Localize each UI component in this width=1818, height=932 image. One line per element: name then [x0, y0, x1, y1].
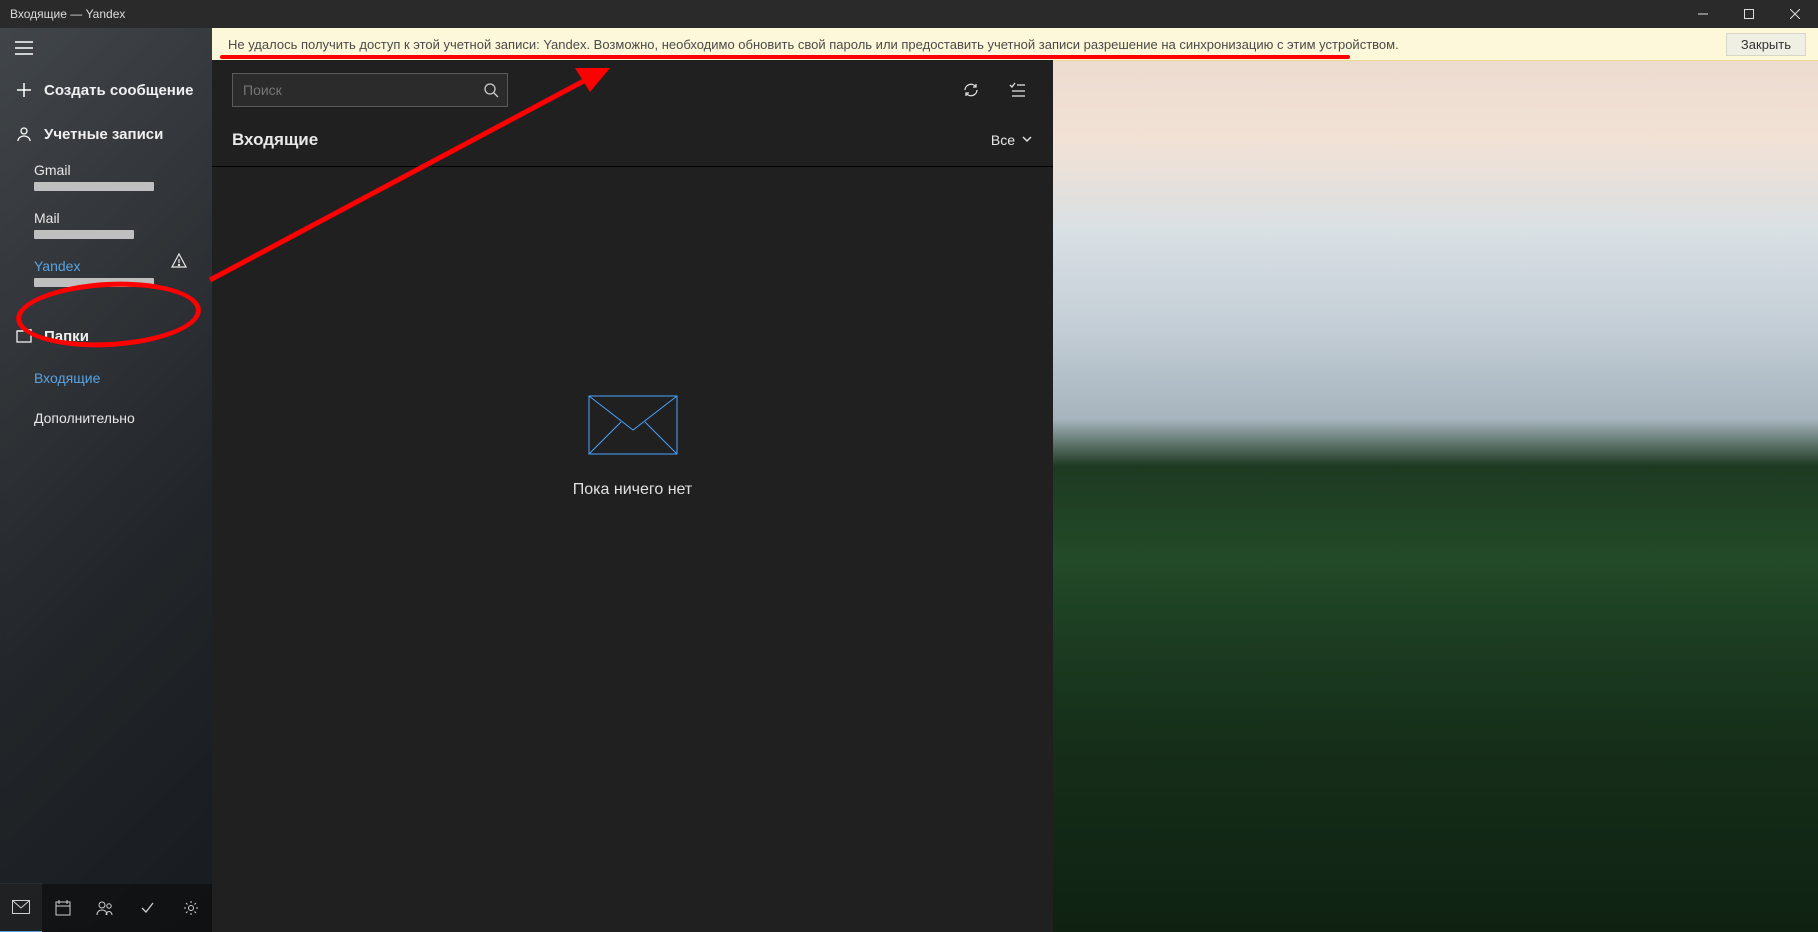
calendar-app-button[interactable] [42, 884, 84, 932]
warning-icon [170, 252, 188, 275]
empty-state: Пока ничего нет [212, 167, 1053, 727]
filter-dropdown[interactable]: Все [991, 132, 1033, 148]
envelope-icon [588, 395, 678, 455]
folder-inbox[interactable]: Входящие [0, 358, 212, 398]
desktop-wallpaper [1053, 0, 1818, 932]
window-titlebar: Входящие — Yandex [0, 0, 1818, 28]
folder-label: Входящие [34, 370, 100, 386]
folder-more[interactable]: Дополнительно [0, 398, 212, 438]
people-app-button[interactable] [84, 884, 126, 932]
compose-button[interactable]: Создать сообщение [0, 68, 212, 112]
window-minimize-button[interactable] [1680, 0, 1726, 28]
search-input[interactable] [233, 81, 475, 99]
compose-label: Создать сообщение [44, 82, 193, 99]
todo-app-button[interactable] [126, 884, 168, 932]
account-item-mail[interactable]: Mail [0, 204, 212, 252]
filter-label: Все [991, 132, 1015, 148]
settings-button[interactable] [170, 884, 212, 932]
empty-state-text: Пока ничего нет [573, 481, 692, 499]
sync-button[interactable] [955, 74, 987, 106]
window-title: Входящие — Yandex [0, 7, 125, 21]
select-mode-button[interactable] [1001, 74, 1033, 106]
window-close-button[interactable] [1772, 0, 1818, 28]
banner-message: Не удалось получить доступ к этой учетно… [212, 37, 1726, 52]
navigation-sidebar: Создать сообщение Учетные записи Gmail M… [0, 28, 212, 932]
person-icon [12, 126, 36, 142]
app-bottom-bar [0, 884, 212, 932]
hamburger-menu-button[interactable] [0, 28, 48, 68]
accounts-header[interactable]: Учетные записи [0, 112, 212, 156]
annotation-underline [220, 55, 1350, 59]
mail-app-button[interactable] [0, 883, 42, 932]
chevron-down-icon [1021, 132, 1033, 148]
account-name: Mail [34, 210, 212, 226]
message-list-pane: Входящие Все Пока ничего нет [212, 60, 1053, 932]
plus-icon [12, 82, 36, 98]
search-box[interactable] [232, 73, 508, 107]
account-name: Gmail [34, 162, 212, 178]
account-address-redacted [34, 180, 212, 194]
banner-close-button[interactable]: Закрыть [1726, 33, 1806, 56]
folder-label: Дополнительно [34, 410, 135, 426]
search-icon[interactable] [475, 82, 507, 98]
inbox-title: Входящие [232, 130, 318, 150]
account-address-redacted [34, 228, 212, 242]
accounts-header-label: Учетные записи [44, 126, 163, 143]
account-item-gmail[interactable]: Gmail [0, 156, 212, 204]
window-maximize-button[interactable] [1726, 0, 1772, 28]
